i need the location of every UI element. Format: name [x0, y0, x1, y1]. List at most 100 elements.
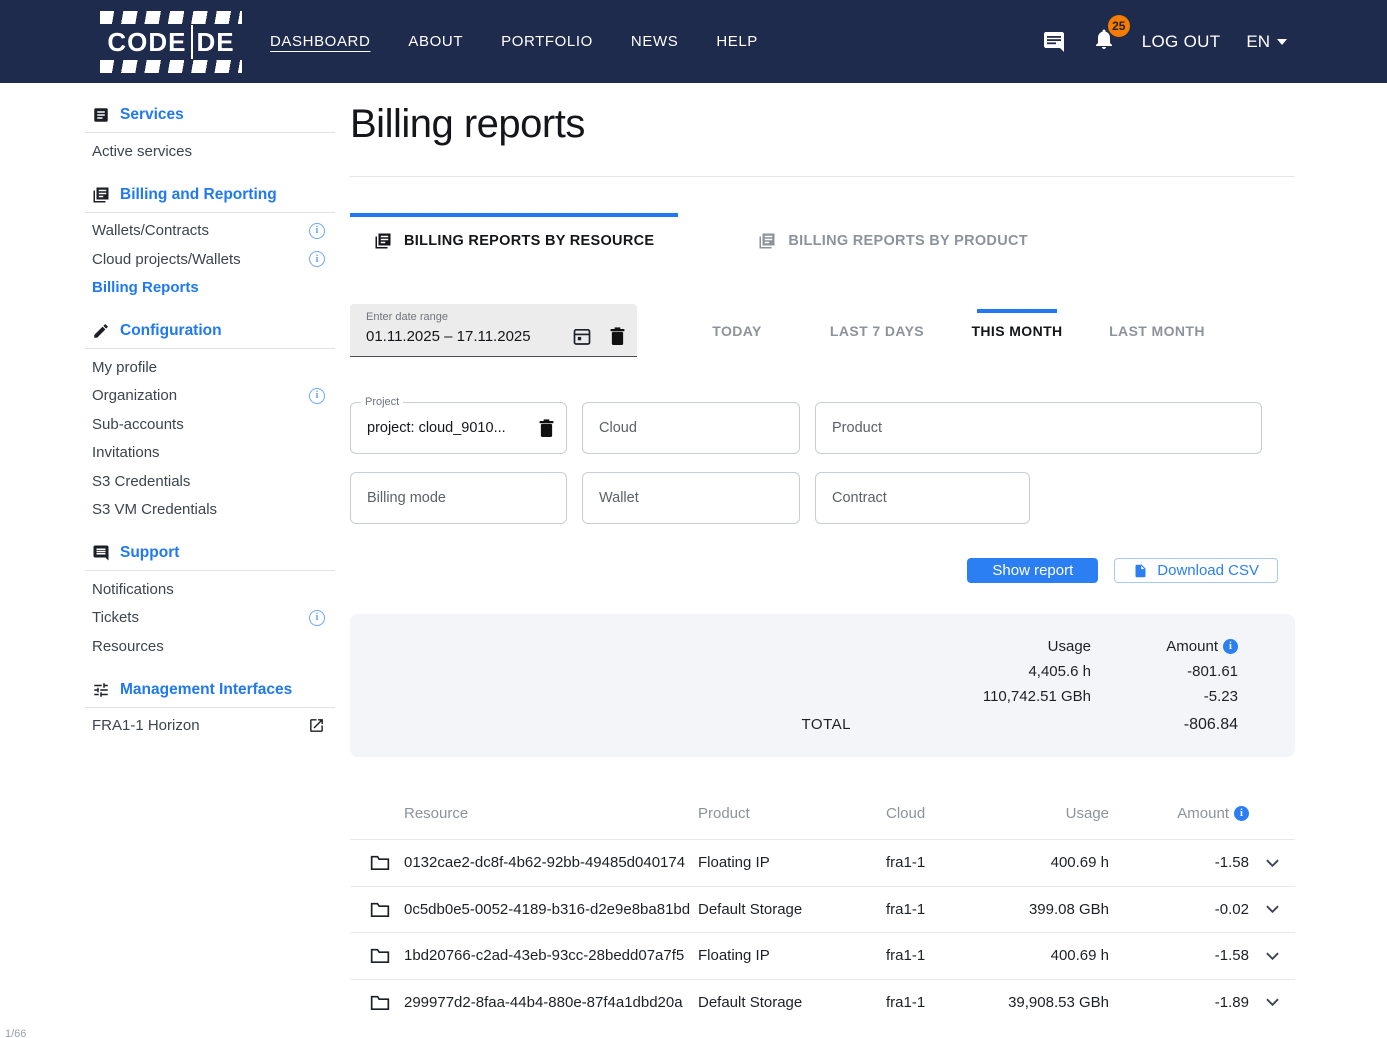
- download-csv-button[interactable]: Download CSV: [1114, 558, 1278, 583]
- sidebar-item-resources[interactable]: Resources: [85, 632, 335, 661]
- range-this-month-button[interactable]: THIS MONTH: [947, 304, 1087, 357]
- sidebar-section-title: Configuration: [120, 322, 222, 340]
- library-books-icon: [92, 186, 110, 204]
- table-row[interactable]: 0132cae2-dc8f-4b62-92bb-49485d040174 Flo…: [350, 839, 1295, 886]
- logout-button[interactable]: LOG OUT: [1142, 32, 1221, 52]
- sidebar-item-active-services[interactable]: Active services: [85, 137, 335, 166]
- sidebar-item-sub-accounts[interactable]: Sub-accounts: [85, 410, 335, 439]
- table-row[interactable]: 299977d2-8faa-44b4-880e-87f4a1dbd20a Def…: [350, 979, 1295, 1026]
- product-select[interactable]: Product: [815, 402, 1262, 454]
- sidebar: Services Active services Billing and Rep…: [85, 100, 335, 754]
- info-icon[interactable]: i: [1223, 639, 1238, 654]
- nav-item-news[interactable]: NEWS: [631, 33, 678, 50]
- sidebar-header-billing: Billing and Reporting: [85, 180, 335, 210]
- nav-item-portfolio[interactable]: PORTFOLIO: [501, 33, 593, 50]
- expand-row-icon[interactable]: [1249, 952, 1295, 960]
- billing-mode-select[interactable]: Billing mode: [350, 472, 567, 524]
- expand-row-icon[interactable]: [1249, 905, 1295, 913]
- sidebar-item-organization[interactable]: Organization i: [85, 382, 335, 411]
- sidebar-item-fra1-horizon[interactable]: FRA1-1 Horizon: [85, 712, 335, 741]
- quick-range-buttons: TODAY LAST 7 DAYS THIS MONTH LAST MONTH: [667, 304, 1227, 357]
- cell-product: Default Storage: [698, 994, 886, 1011]
- tab-billing-reports-by-resource[interactable]: BILLING REPORTS BY RESOURCE: [350, 213, 678, 261]
- calendar-icon[interactable]: [572, 326, 592, 347]
- sidebar-item-wallets-contracts[interactable]: Wallets/Contracts i: [85, 217, 335, 246]
- sidebar-item-label: Sub-accounts: [92, 416, 184, 433]
- file-icon: [1133, 563, 1148, 579]
- sidebar-header-services: Services: [85, 100, 335, 130]
- sidebar-section-management: Management Interfaces FRA1-1 Horizon: [85, 675, 335, 741]
- info-icon[interactable]: i: [1234, 806, 1249, 821]
- cell-product: Default Storage: [698, 901, 886, 918]
- summary-total-label: TOTAL: [374, 712, 851, 737]
- nav-menu: DASHBOARD ABOUT PORTFOLIO NEWS HELP: [270, 33, 758, 50]
- date-range-value[interactable]: 01.11.2025 – 17.11.2025: [366, 328, 554, 345]
- report-tabs: BILLING REPORTS BY RESOURCE BILLING REPO…: [350, 213, 1295, 261]
- clear-date-icon[interactable]: [610, 327, 625, 346]
- open-in-new-icon[interactable]: [308, 717, 325, 734]
- language-selector[interactable]: EN: [1246, 32, 1287, 52]
- date-range-label: Enter date range: [366, 311, 625, 323]
- table-row[interactable]: 0c5db0e5-0052-4189-b316-d2e9e8ba81bd Def…: [350, 886, 1295, 933]
- notifications-bell[interactable]: 25: [1092, 27, 1116, 56]
- cell-usage: 399.08 GBh: [1001, 901, 1109, 918]
- cell-usage: 400.69 h: [1001, 854, 1109, 871]
- resource-table: Resource Product Cloud Usage Amount i 01…: [350, 787, 1295, 1025]
- sidebar-header-management: Management Interfaces: [85, 675, 335, 705]
- cell-cloud: fra1-1: [886, 854, 1001, 871]
- cloud-select[interactable]: Cloud: [582, 402, 800, 454]
- sidebar-item-invitations[interactable]: Invitations: [85, 439, 335, 468]
- cell-product: Floating IP: [698, 854, 886, 871]
- date-range-input[interactable]: Enter date range 01.11.2025 – 17.11.2025: [350, 304, 637, 357]
- range-last-month-button[interactable]: LAST MONTH: [1087, 304, 1227, 357]
- report-actions: Show report Download CSV: [350, 558, 1295, 583]
- expand-row-icon[interactable]: [1249, 998, 1295, 1006]
- sidebar-item-notifications[interactable]: Notifications: [85, 575, 335, 604]
- sidebar-item-my-profile[interactable]: My profile: [85, 353, 335, 382]
- main-content: Billing reports BILLING REPORTS BY RESOU…: [350, 100, 1295, 1025]
- feedback-icon[interactable]: [1042, 30, 1066, 54]
- info-icon[interactable]: i: [309, 610, 325, 626]
- nav-item-help[interactable]: HELP: [716, 33, 758, 50]
- range-today-button[interactable]: TODAY: [667, 304, 807, 357]
- sidebar-item-tickets[interactable]: Tickets i: [85, 604, 335, 633]
- nav-item-about[interactable]: ABOUT: [408, 33, 463, 50]
- contract-select[interactable]: Contract: [815, 472, 1030, 524]
- info-icon[interactable]: i: [309, 223, 325, 239]
- date-controls-row: Enter date range 01.11.2025 – 17.11.2025…: [350, 304, 1295, 357]
- summary-amount-value: -801.61: [1091, 659, 1238, 684]
- sidebar-item-s3-credentials[interactable]: S3 Credentials: [85, 467, 335, 496]
- download-csv-label: Download CSV: [1157, 562, 1259, 579]
- sidebar-item-label: Active services: [92, 143, 192, 160]
- sidebar-item-billing-reports[interactable]: Billing Reports: [85, 274, 335, 303]
- expand-row-icon[interactable]: [1249, 859, 1295, 867]
- sidebar-item-label: Wallets/Contracts: [92, 222, 209, 239]
- sidebar-item-s3-vm-credentials[interactable]: S3 VM Credentials: [85, 496, 335, 525]
- tab-billing-reports-by-product[interactable]: BILLING REPORTS BY PRODUCT: [734, 213, 1052, 261]
- range-label: THIS MONTH: [971, 323, 1062, 339]
- tune-icon: [92, 681, 110, 699]
- comment-icon: [92, 544, 110, 562]
- nav-item-dashboard[interactable]: DASHBOARD: [270, 33, 370, 50]
- divider: [85, 707, 335, 708]
- wallet-select[interactable]: Wallet: [582, 472, 800, 524]
- sidebar-item-label: FRA1-1 Horizon: [92, 717, 200, 734]
- project-select-value: project: cloud_9010...: [367, 420, 506, 436]
- clear-project-icon[interactable]: [539, 419, 554, 438]
- range-last-7-days-button[interactable]: LAST 7 DAYS: [807, 304, 947, 357]
- project-select[interactable]: Project project: cloud_9010...: [350, 402, 567, 454]
- divider: [85, 348, 335, 349]
- info-icon[interactable]: i: [309, 388, 325, 404]
- sidebar-header-configuration: Configuration: [85, 316, 335, 346]
- cell-product: Floating IP: [698, 947, 886, 964]
- cell-resource: 0c5db0e5-0052-4189-b316-d2e9e8ba81bd: [404, 901, 698, 918]
- show-report-button[interactable]: Show report: [967, 558, 1098, 583]
- code-de-logo[interactable]: CODE DE: [100, 11, 242, 73]
- table-row[interactable]: 1bd20766-c2ad-43eb-93cc-28bedd07a7f5 Flo…: [350, 932, 1295, 979]
- sidebar-item-cloud-projects-wallets[interactable]: Cloud projects/Wallets i: [85, 245, 335, 274]
- logo-stripes-bottom: [100, 60, 242, 73]
- logo-text: CODE DE: [100, 24, 242, 60]
- col-usage: Usage: [1001, 805, 1109, 822]
- info-icon[interactable]: i: [309, 251, 325, 267]
- sidebar-item-label: Resources: [92, 638, 164, 655]
